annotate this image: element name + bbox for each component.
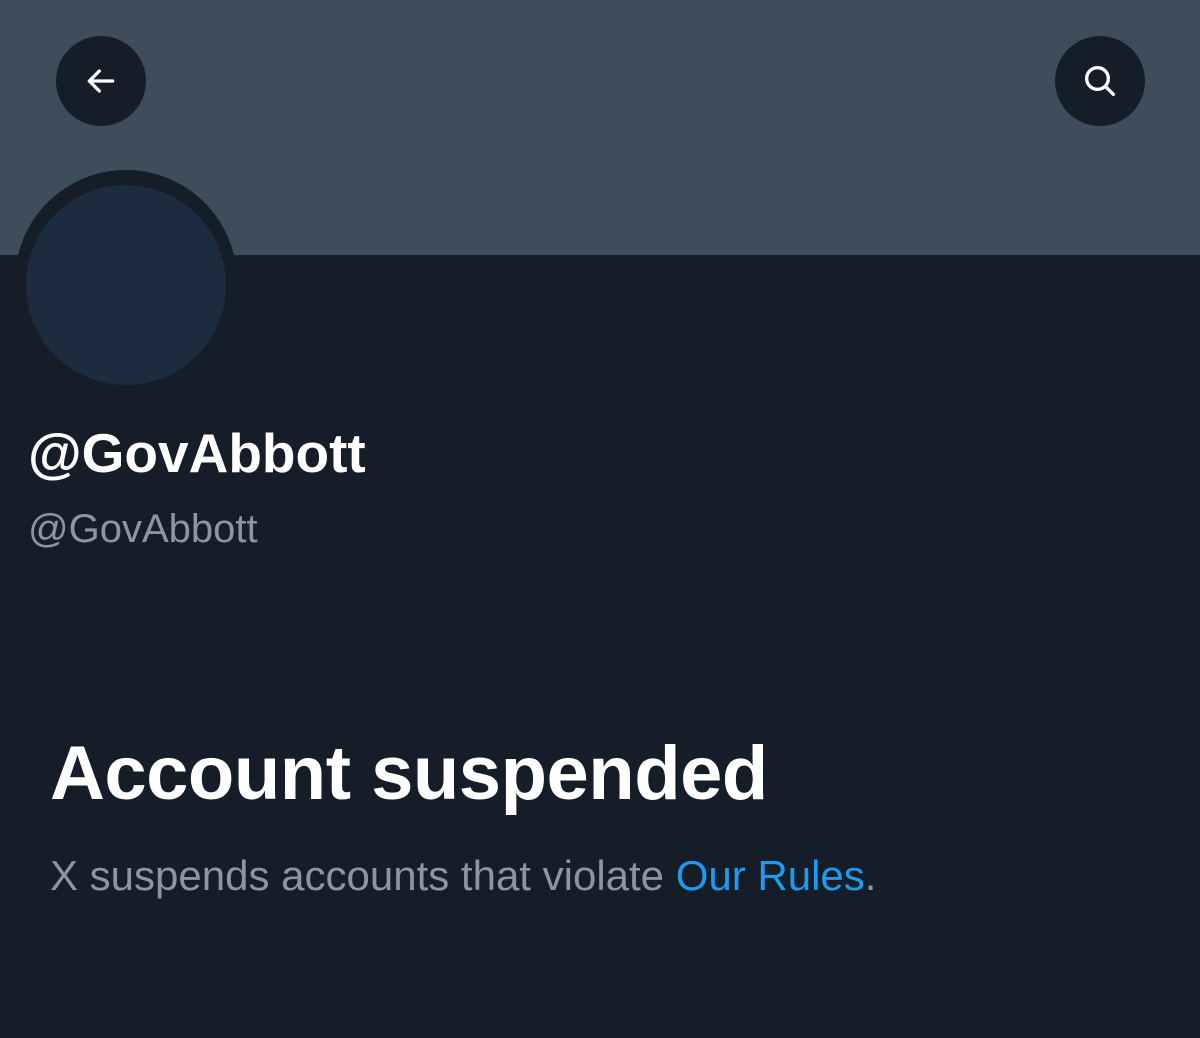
suspended-message: X suspends accounts that violate Our Rul…	[50, 848, 876, 904]
profile-display-name: @GovAbbott	[28, 422, 366, 484]
suspended-message-period: .	[864, 852, 877, 899]
our-rules-link[interactable]: Our Rules	[676, 852, 865, 899]
search-button[interactable]	[1055, 36, 1145, 126]
search-icon	[1085, 66, 1115, 97]
suspended-message-text: X suspends accounts that violate	[50, 852, 676, 899]
arrow-left-icon	[87, 69, 115, 93]
suspended-profile-screen: @GovAbbott @GovAbbott Account suspended …	[0, 0, 1200, 1038]
profile-handle: @GovAbbott	[28, 507, 258, 551]
avatar[interactable]	[26, 185, 226, 385]
back-button[interactable]	[56, 36, 146, 126]
suspended-title: Account suspended	[50, 731, 768, 816]
